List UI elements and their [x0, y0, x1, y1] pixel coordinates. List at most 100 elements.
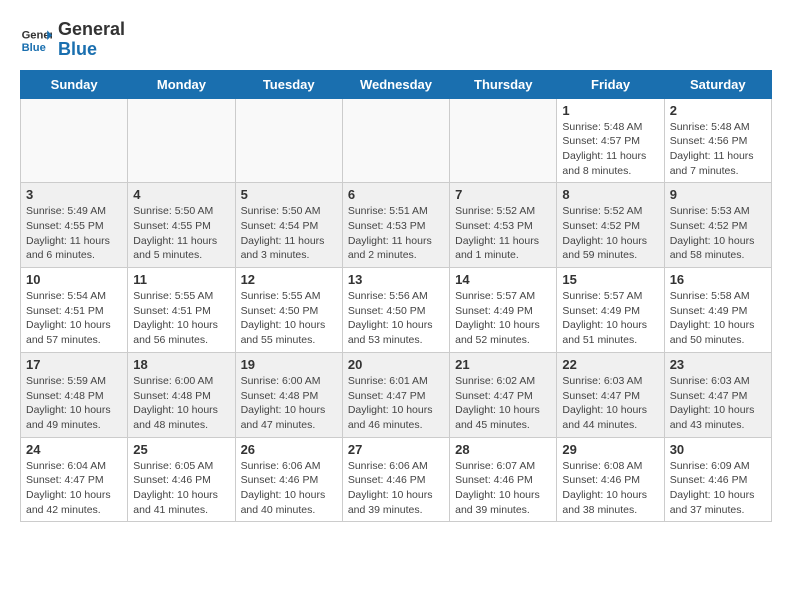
weekday-header-tuesday: Tuesday [235, 70, 342, 98]
day-info: Sunrise: 6:06 AM Sunset: 4:46 PM Dayligh… [348, 459, 444, 518]
calendar-cell: 16 Sunrise: 5:58 AM Sunset: 4:49 PM Dayli… [664, 268, 771, 353]
day-number: 2 [670, 103, 766, 118]
day-number: 9 [670, 187, 766, 202]
calendar-table: SundayMondayTuesdayWednesdayThursdayFrid… [20, 70, 772, 523]
logo-icon: General Blue [20, 24, 52, 56]
day-info: Sunrise: 5:49 AM Sunset: 4:55 PM Dayligh… [26, 204, 122, 263]
day-number: 28 [455, 442, 551, 457]
logo: General Blue General Blue [20, 20, 125, 60]
day-number: 27 [348, 442, 444, 457]
day-info: Sunrise: 5:52 AM Sunset: 4:52 PM Dayligh… [562, 204, 658, 263]
calendar-cell: 19 Sunrise: 6:00 AM Sunset: 4:48 PM Dayli… [235, 352, 342, 437]
day-number: 17 [26, 357, 122, 372]
day-info: Sunrise: 6:03 AM Sunset: 4:47 PM Dayligh… [562, 374, 658, 433]
weekday-header-sunday: Sunday [21, 70, 128, 98]
calendar-cell: 11Sunrise: 5:55 AM Sunset: 4:51 PM Dayli… [128, 268, 235, 353]
day-number: 26 [241, 442, 337, 457]
calendar-cell: 21 Sunrise: 6:02 AM Sunset: 4:47 PM Dayli… [450, 352, 557, 437]
day-number: 14 [455, 272, 551, 287]
day-number: 24 [26, 442, 122, 457]
day-number: 4 [133, 187, 229, 202]
calendar-cell [21, 98, 128, 183]
day-info: Sunrise: 5:59 AM Sunset: 4:48 PM Dayligh… [26, 374, 122, 433]
weekday-header-monday: Monday [128, 70, 235, 98]
calendar-cell: 8 Sunrise: 5:52 AM Sunset: 4:52 PM Daylig… [557, 183, 664, 268]
day-info: Sunrise: 6:08 AM Sunset: 4:46 PM Dayligh… [562, 459, 658, 518]
day-number: 3 [26, 187, 122, 202]
day-info: Sunrise: 5:48 AM Sunset: 4:56 PM Dayligh… [670, 120, 766, 179]
day-number: 13 [348, 272, 444, 287]
day-number: 7 [455, 187, 551, 202]
calendar-cell: 30 Sunrise: 6:09 AM Sunset: 4:46 PM Dayli… [664, 437, 771, 522]
page-header: General Blue General Blue [20, 20, 772, 60]
weekday-header-saturday: Saturday [664, 70, 771, 98]
calendar-cell: 14 Sunrise: 5:57 AM Sunset: 4:49 PM Dayli… [450, 268, 557, 353]
calendar-cell: 1 Sunrise: 5:48 AM Sunset: 4:57 PM Daylig… [557, 98, 664, 183]
day-number: 25 [133, 442, 229, 457]
day-info: Sunrise: 5:57 AM Sunset: 4:49 PM Dayligh… [455, 289, 551, 348]
day-number: 19 [241, 357, 337, 372]
day-info: Sunrise: 5:56 AM Sunset: 4:50 PM Dayligh… [348, 289, 444, 348]
calendar-cell: 2 Sunrise: 5:48 AM Sunset: 4:56 PM Daylig… [664, 98, 771, 183]
weekday-header-friday: Friday [557, 70, 664, 98]
calendar-cell: 4 Sunrise: 5:50 AM Sunset: 4:55 PM Daylig… [128, 183, 235, 268]
weekday-header-wednesday: Wednesday [342, 70, 449, 98]
calendar-cell: 13 Sunrise: 5:56 AM Sunset: 4:50 PM Dayli… [342, 268, 449, 353]
week-row-1: 1 Sunrise: 5:48 AM Sunset: 4:57 PM Daylig… [21, 98, 772, 183]
week-row-4: 17 Sunrise: 5:59 AM Sunset: 4:48 PM Dayli… [21, 352, 772, 437]
day-info: Sunrise: 5:57 AM Sunset: 4:49 PM Dayligh… [562, 289, 658, 348]
day-info: Sunrise: 5:55 AM Sunset: 4:51 PM Dayligh… [133, 289, 229, 348]
day-number: 6 [348, 187, 444, 202]
day-info: Sunrise: 6:02 AM Sunset: 4:47 PM Dayligh… [455, 374, 551, 433]
calendar-cell: 15 Sunrise: 5:57 AM Sunset: 4:49 PM Dayli… [557, 268, 664, 353]
calendar-cell: 12 Sunrise: 5:55 AM Sunset: 4:50 PM Dayli… [235, 268, 342, 353]
day-info: Sunrise: 5:50 AM Sunset: 4:54 PM Dayligh… [241, 204, 337, 263]
day-info: Sunrise: 5:55 AM Sunset: 4:50 PM Dayligh… [241, 289, 337, 348]
day-info: Sunrise: 5:48 AM Sunset: 4:57 PM Dayligh… [562, 120, 658, 179]
calendar-cell: 25 Sunrise: 6:05 AM Sunset: 4:46 PM Dayli… [128, 437, 235, 522]
day-number: 20 [348, 357, 444, 372]
day-info: Sunrise: 6:06 AM Sunset: 4:46 PM Dayligh… [241, 459, 337, 518]
calendar-cell [450, 98, 557, 183]
calendar-cell: 20 Sunrise: 6:01 AM Sunset: 4:47 PM Dayli… [342, 352, 449, 437]
day-info: Sunrise: 6:07 AM Sunset: 4:46 PM Dayligh… [455, 459, 551, 518]
calendar-cell: 27 Sunrise: 6:06 AM Sunset: 4:46 PM Dayli… [342, 437, 449, 522]
calendar-cell [128, 98, 235, 183]
calendar-cell: 26 Sunrise: 6:06 AM Sunset: 4:46 PM Dayli… [235, 437, 342, 522]
day-info: Sunrise: 5:54 AM Sunset: 4:51 PM Dayligh… [26, 289, 122, 348]
day-number: 1 [562, 103, 658, 118]
calendar-cell: 29 Sunrise: 6:08 AM Sunset: 4:46 PM Dayli… [557, 437, 664, 522]
day-info: Sunrise: 6:05 AM Sunset: 4:46 PM Dayligh… [133, 459, 229, 518]
day-info: Sunrise: 5:58 AM Sunset: 4:49 PM Dayligh… [670, 289, 766, 348]
calendar-cell: 6Sunrise: 5:51 AM Sunset: 4:53 PM Daylig… [342, 183, 449, 268]
logo-text: General Blue [58, 20, 125, 60]
weekday-header-row: SundayMondayTuesdayWednesdayThursdayFrid… [21, 70, 772, 98]
day-info: Sunrise: 5:50 AM Sunset: 4:55 PM Dayligh… [133, 204, 229, 263]
day-number: 8 [562, 187, 658, 202]
day-info: Sunrise: 6:03 AM Sunset: 4:47 PM Dayligh… [670, 374, 766, 433]
day-info: Sunrise: 6:00 AM Sunset: 4:48 PM Dayligh… [241, 374, 337, 433]
week-row-5: 24 Sunrise: 6:04 AM Sunset: 4:47 PM Dayli… [21, 437, 772, 522]
day-number: 12 [241, 272, 337, 287]
day-info: Sunrise: 6:00 AM Sunset: 4:48 PM Dayligh… [133, 374, 229, 433]
day-info: Sunrise: 6:09 AM Sunset: 4:46 PM Dayligh… [670, 459, 766, 518]
calendar-cell [342, 98, 449, 183]
day-info: Sunrise: 6:04 AM Sunset: 4:47 PM Dayligh… [26, 459, 122, 518]
day-number: 21 [455, 357, 551, 372]
day-info: Sunrise: 6:01 AM Sunset: 4:47 PM Dayligh… [348, 374, 444, 433]
day-number: 10 [26, 272, 122, 287]
calendar-cell: 28 Sunrise: 6:07 AM Sunset: 4:46 PM Dayli… [450, 437, 557, 522]
day-number: 16 [670, 272, 766, 287]
calendar-cell: 3 Sunrise: 5:49 AM Sunset: 4:55 PM Daylig… [21, 183, 128, 268]
calendar-cell: 22Sunrise: 6:03 AM Sunset: 4:47 PM Dayli… [557, 352, 664, 437]
calendar-cell: 23Sunrise: 6:03 AM Sunset: 4:47 PM Dayli… [664, 352, 771, 437]
calendar-cell: 5 Sunrise: 5:50 AM Sunset: 4:54 PM Daylig… [235, 183, 342, 268]
day-number: 18 [133, 357, 229, 372]
week-row-2: 3 Sunrise: 5:49 AM Sunset: 4:55 PM Daylig… [21, 183, 772, 268]
calendar-cell: 24 Sunrise: 6:04 AM Sunset: 4:47 PM Dayli… [21, 437, 128, 522]
day-number: 30 [670, 442, 766, 457]
day-number: 5 [241, 187, 337, 202]
day-number: 15 [562, 272, 658, 287]
day-number: 29 [562, 442, 658, 457]
day-info: Sunrise: 5:53 AM Sunset: 4:52 PM Dayligh… [670, 204, 766, 263]
